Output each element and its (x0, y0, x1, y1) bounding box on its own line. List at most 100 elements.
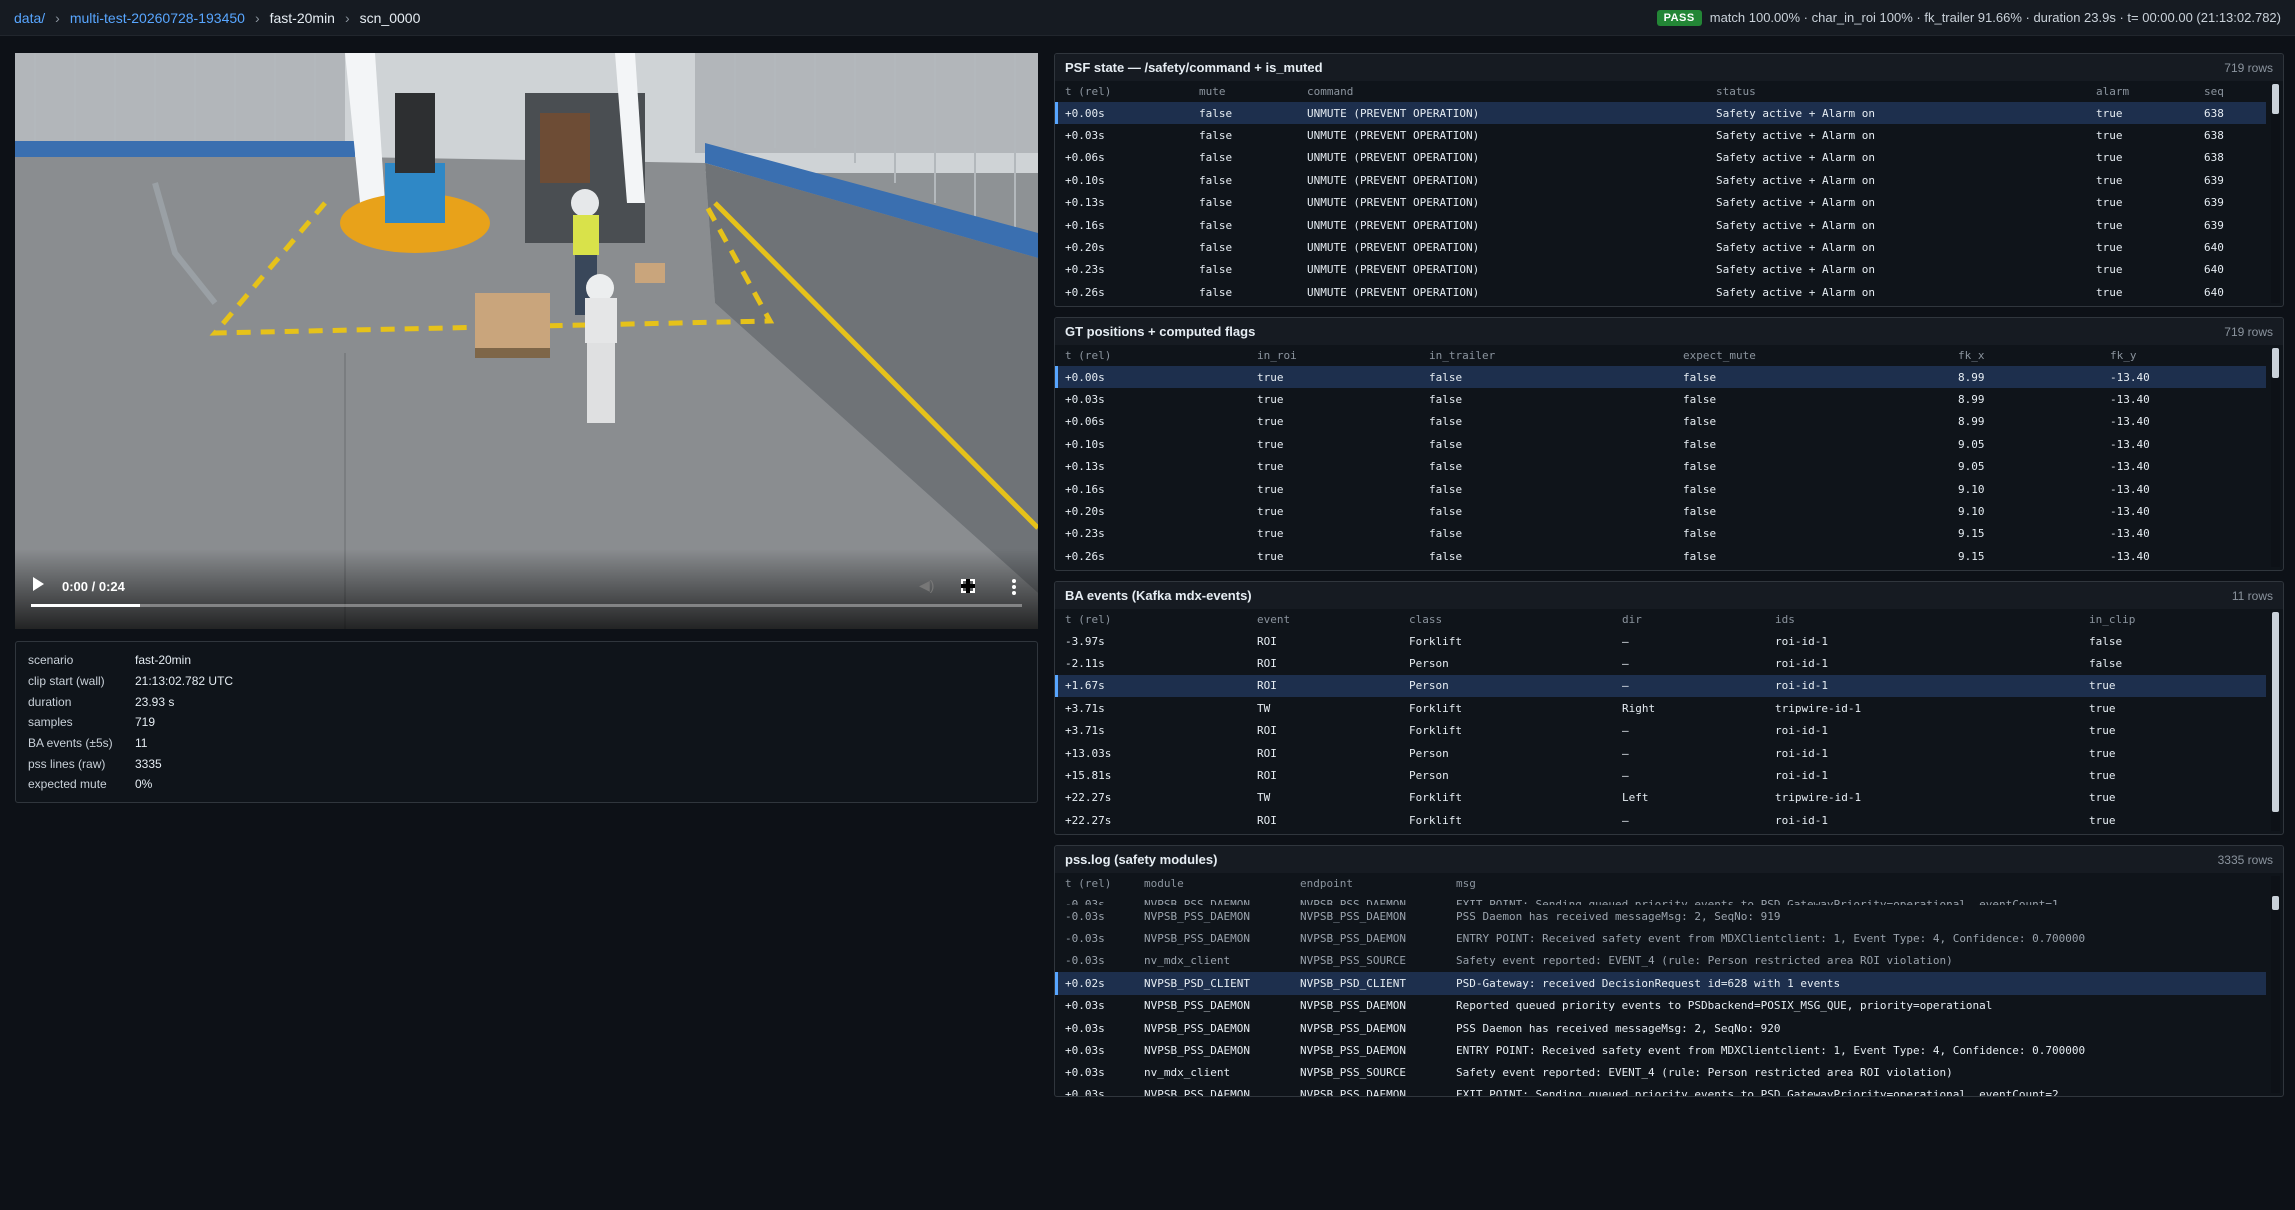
column-header[interactable]: ids (1765, 609, 2079, 630)
table-row[interactable]: +0.03s NVPSB_PSS_DAEMON NVPSB_PSS_DAEMON EN… (1055, 1039, 2266, 1061)
column-header[interactable]: expect_mute (1673, 345, 1948, 366)
scrollbar-thumb[interactable] (2272, 348, 2279, 378)
table-row[interactable]: +0.13s false UNMUTE (PREVENT OPERATION) Saf… (1055, 192, 2266, 214)
table-row[interactable]: +0.10s false UNMUTE (PREVENT OPERATION) Saf… (1055, 169, 2266, 191)
column-header[interactable]: status (1706, 81, 2086, 102)
table-row[interactable]: +0.03s nv_mdx_client NVPSB_PSS_SOURCE Safet… (1055, 1062, 2266, 1084)
video-player[interactable]: 0:00 / 0:24 ◀) (15, 53, 1038, 629)
breadcrumb-run-link[interactable]: multi-test-20260728-193450 (70, 10, 245, 26)
table-cell: Safety active + Alarm on (1716, 129, 1875, 143)
table-row[interactable]: +0.00s false UNMUTE (PREVENT OPERATION) Saf… (1055, 102, 2266, 125)
table-row[interactable]: -2.11s ROI Person — roi-id-1 false (1055, 652, 2266, 674)
table-row[interactable]: +1.67s ROI Person — roi-id-1 true (1055, 674, 2266, 698)
table-cell: true (2096, 129, 2123, 143)
scrollbar-thumb[interactable] (2272, 612, 2279, 812)
volume-icon[interactable]: ◀) (919, 578, 935, 592)
column-header[interactable]: t (rel) (1055, 345, 1247, 366)
table-row[interactable]: +0.03s NVPSB_PSS_DAEMON NVPSB_PSS_DAEMON EX… (1055, 1084, 2266, 1096)
table-cell: TW (1257, 791, 1271, 805)
table-cell: false (1429, 437, 1463, 451)
table-row[interactable]: +0.02s NVPSB_PSD_CLIENT NVPSB_PSD_CLIENT PS… (1055, 972, 2266, 995)
metadata-key: duration (28, 694, 72, 709)
scrollbar[interactable] (2271, 612, 2280, 831)
table-row[interactable]: +15.81s ROI Person — roi-id-1 true (1055, 764, 2266, 786)
table-row[interactable]: -0.03s nv_mdx_client NVPSB_PSS_SOURCE Safet… (1055, 950, 2266, 972)
column-header[interactable]: seq (2194, 81, 2266, 102)
table-row[interactable]: +3.71s TW Forklift Right tripwire-id-1 true (1055, 697, 2266, 719)
table-row[interactable]: +0.23s true false false 9.15 -13.40 (1055, 523, 2266, 545)
column-header[interactable]: endpoint (1290, 873, 1446, 894)
table-row[interactable]: +0.26s false UNMUTE (PREVENT OPERATION) Saf… (1055, 281, 2266, 303)
table-cell: NVPSB_PSS_DAEMON (1144, 1021, 1250, 1035)
table-row[interactable]: +0.13s true false false 9.05 -13.40 (1055, 456, 2266, 478)
table-row[interactable]: +0.23s false UNMUTE (PREVENT OPERATION) Saf… (1055, 259, 2266, 281)
scrollbar[interactable] (2271, 876, 2280, 1093)
table-row[interactable]: +13.03s ROI Person — roi-id-1 true (1055, 742, 2266, 764)
table-row[interactable]: +0.20s true false false 9.10 -13.40 (1055, 500, 2266, 522)
table-cell: false (1429, 460, 1463, 474)
table-row[interactable]: +0.26s true false false 9.15 -13.40 (1055, 545, 2266, 567)
table-row[interactable]: +3.71s ROI Forklift — roi-id-1 true (1055, 720, 2266, 742)
metadata-key: BA events (±5s) (28, 736, 113, 751)
fullscreen-icon[interactable] (961, 579, 975, 593)
metadata-key: clip start (wall) (28, 674, 105, 689)
table-row[interactable]: -3.97s ROI Forklift — roi-id-1 false (1055, 630, 2266, 652)
table-row[interactable]: +0.20s false UNMUTE (PREVENT OPERATION) Saf… (1055, 236, 2266, 258)
table-row[interactable]: +0.03s false UNMUTE (PREVENT OPERATION) Saf… (1055, 124, 2266, 146)
table-cell: roi-id-1 (1775, 657, 1828, 671)
table-cell: +0.02s (1055, 972, 1134, 995)
table-row[interactable]: -0.03s NVPSB_PSS_DAEMON NVPSB_PSS_DAEMON EN… (1055, 927, 2266, 949)
table-row[interactable]: +0.06s true false false 8.99 -13.40 (1055, 411, 2266, 433)
column-header[interactable]: event (1247, 609, 1399, 630)
table-row[interactable]: +0.03s NVPSB_PSS_DAEMON NVPSB_PSS_DAEMON PS… (1055, 1017, 2266, 1039)
more-options-icon[interactable] (1012, 579, 1016, 595)
scrollbar[interactable] (2271, 84, 2280, 303)
column-header[interactable]: fk_y (2100, 345, 2266, 366)
scrollbar-thumb[interactable] (2272, 896, 2279, 910)
table-row[interactable]: +0.06s false UNMUTE (PREVENT OPERATION) Saf… (1055, 147, 2266, 169)
table-row[interactable]: -0.03s NVPSB_PSS_DAEMON NVPSB_PSS_DAEMON EX… (1055, 894, 2266, 905)
column-header[interactable]: t (rel) (1055, 609, 1247, 630)
ba-events-table: t (rel) event class dir ids in_clip -3.97s ROI F… (1055, 609, 2266, 832)
breadcrumb-root-link[interactable]: data/ (14, 10, 45, 26)
table-row[interactable]: +0.16s false UNMUTE (PREVENT OPERATION) Saf… (1055, 214, 2266, 236)
column-header[interactable]: class (1399, 609, 1612, 630)
table-cell: +0.03s (1065, 393, 1105, 407)
table-row[interactable]: +0.16s true false false 9.10 -13.40 (1055, 478, 2266, 500)
table-cell: — (1622, 769, 1629, 783)
table-row[interactable]: +0.00s true false false 8.99 -13.40 (1055, 366, 2266, 389)
table-cell: UNMUTE (PREVENT OPERATION) (1297, 102, 1706, 125)
column-header[interactable]: msg (1446, 873, 2266, 894)
column-header[interactable]: in_trailer (1419, 345, 1673, 366)
table-cell: Right (1622, 701, 1656, 715)
column-header[interactable]: alarm (2086, 81, 2194, 102)
column-header[interactable]: fk_x (1948, 345, 2100, 366)
column-header[interactable]: in_clip (2079, 609, 2266, 630)
table-row[interactable]: +0.03s NVPSB_PSS_DAEMON NVPSB_PSS_DAEMON Re… (1055, 995, 2266, 1017)
table-cell: NVPSB_PSS_DAEMON (1144, 932, 1250, 946)
table-cell: NVPSB_PSS_DAEMON (1300, 909, 1406, 923)
video-progress-bar[interactable] (31, 604, 1022, 607)
column-header[interactable]: in_roi (1247, 345, 1419, 366)
column-header[interactable]: t (rel) (1055, 873, 1134, 894)
table-cell: NVPSB_PSD_CLIENT (1134, 972, 1290, 995)
column-header[interactable]: module (1134, 873, 1290, 894)
column-header[interactable]: mute (1189, 81, 1297, 102)
table-row[interactable]: +0.10s true false false 9.05 -13.40 (1055, 433, 2266, 455)
table-cell: true (2089, 724, 2116, 738)
table-row[interactable]: +22.27s TW Forklift Left tripwire-id-1 true (1055, 787, 2266, 809)
table-cell: EXIT POINT: Sending queued priority even… (1456, 898, 2059, 905)
table-row[interactable]: +0.03s true false false 8.99 -13.40 (1055, 388, 2266, 410)
play-icon[interactable] (33, 577, 44, 591)
scrollbar[interactable] (2271, 348, 2280, 567)
table-row[interactable]: -0.03s NVPSB_PSS_DAEMON NVPSB_PSS_DAEMON PS… (1055, 905, 2266, 927)
column-header[interactable]: t (rel) (1055, 81, 1189, 102)
scrollbar-thumb[interactable] (2272, 84, 2279, 114)
table-cell: roi-id-1 (1775, 724, 1828, 738)
table-row[interactable]: +22.27s ROI Forklift — roi-id-1 true (1055, 809, 2266, 831)
metadata-row: duration 23.93 s (28, 691, 1025, 712)
table-cell: +0.03s (1065, 999, 1105, 1013)
table-cell: +0.16s (1065, 482, 1105, 496)
column-header[interactable]: command (1297, 81, 1706, 102)
column-header[interactable]: dir (1612, 609, 1765, 630)
